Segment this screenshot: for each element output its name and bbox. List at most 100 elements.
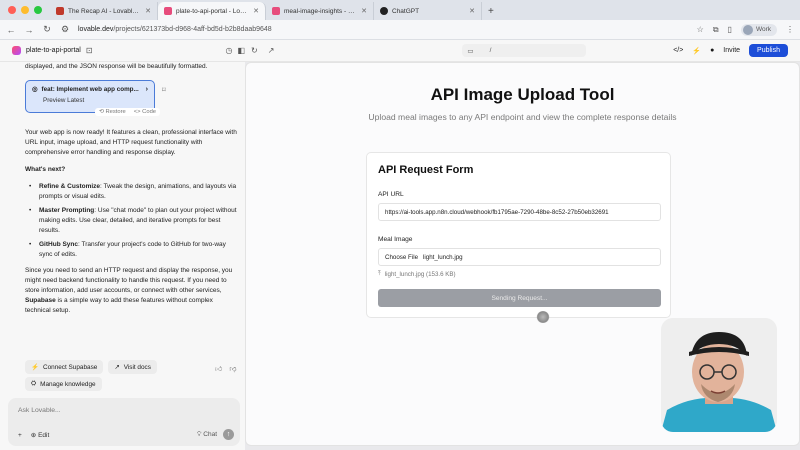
page-subtitle: Upload meal images to any API endpoint a… [368, 112, 677, 122]
github-icon[interactable]: ● [710, 47, 714, 54]
supabase-icon: ⚡ [31, 364, 39, 371]
avatar [742, 24, 753, 35]
browser-tab[interactable]: The Recap AI - Lovable Cl... ✕ [50, 2, 158, 20]
window-controls [0, 6, 50, 20]
tab-close-icon[interactable]: ✕ [145, 7, 151, 15]
commit-title: feat: Implement web app comp... [41, 86, 139, 93]
sidebar-icon[interactable]: ▯ [728, 25, 732, 34]
tab-close-icon[interactable]: ✕ [469, 7, 475, 15]
file-info-text: light_lunch.jpg (153.6 KB) [384, 270, 456, 278]
tab-favicon-icon [164, 7, 172, 15]
reload-icon[interactable]: ↻ [42, 24, 52, 35]
list-item: GitHub Sync: Transfer your project's cod… [29, 240, 237, 260]
edit-button[interactable]: ⊕ Edit [31, 431, 49, 439]
commit-icon: ◎ [32, 86, 38, 93]
publish-button[interactable]: Publish [749, 44, 788, 57]
visit-docs-button[interactable]: ↗ Visit docs [108, 360, 157, 374]
webcam-overlay [661, 318, 777, 432]
back-arrow-icon[interactable]: ← [6, 25, 16, 35]
tab-close-icon[interactable]: ✕ [361, 7, 367, 15]
thumbs-up-icon[interactable]: 👍︎ [215, 364, 222, 373]
file-name: light_lunch.jpg [423, 253, 463, 261]
thumbs-down-icon[interactable]: 👎︎ [229, 364, 236, 373]
external-link-icon: ↗ [114, 364, 120, 371]
more-menu-icon[interactable]: ⋮ [786, 25, 794, 34]
lock-icon: ⊡ [85, 46, 93, 55]
bookmark-star-icon[interactable]: ☆ [697, 25, 704, 34]
extensions-icon[interactable]: ⧉ [713, 25, 719, 35]
upload-icon: ⤒ [378, 270, 381, 277]
address-bar-row: ← → ↻ ⚙ lovable.dev/projects/621373bd-d9… [0, 20, 800, 40]
project-name[interactable]: plate-to-api-portal [26, 47, 81, 54]
preview-path-field[interactable]: ▭ / [462, 44, 587, 57]
new-tab-button[interactable]: + [482, 6, 500, 20]
commit-actions: ⟲ Restore <> Code [95, 108, 161, 116]
api-url-label: API URL [378, 191, 404, 198]
choose-file-button[interactable]: Choose File [385, 254, 418, 261]
restore-button[interactable]: ⟲ Restore [99, 109, 126, 115]
commit-subtitle: Preview Latest [43, 97, 85, 104]
file-info: ⤒ light_lunch.jpg (153.6 KB) [378, 270, 456, 278]
tab-strip: The Recap AI - Lovable Cl... ✕ plate-to-… [50, 2, 482, 20]
toggle-sidebar-icon[interactable]: ◧ [237, 46, 245, 55]
supabase-icon[interactable]: ⚡ [692, 47, 701, 55]
tab-favicon-icon [56, 7, 64, 15]
tab-title: The Recap AI - Lovable Cl... [68, 7, 141, 15]
app-header: plate-to-api-portal ⊡ ◷ ◧ ↻ ↗ ▭ / </> ⚡ … [0, 40, 800, 62]
open-external-icon[interactable]: ↗ [268, 46, 275, 55]
device-icon[interactable]: ▭ [467, 47, 473, 55]
send-button[interactable]: ↑ [223, 429, 234, 440]
connect-supabase-button[interactable]: ⚡ Connect Supabase [25, 360, 104, 374]
code-view-icon[interactable]: </> [673, 47, 683, 54]
api-request-form: API Request Form API URL https://ai-tool… [366, 152, 671, 318]
browser-tab-active[interactable]: plate-to-api-portal - Lovable ✕ [158, 2, 266, 20]
site-info-icon[interactable]: ⚙ [60, 24, 70, 35]
manage-knowledge-button[interactable]: ⛭ Manage knowledge [25, 377, 102, 391]
list-item: Refine & Customize: Tweak the design, an… [29, 182, 237, 202]
meal-image-label: Meal Image [378, 236, 413, 243]
tab-title: plate-to-api-portal - Lovable [176, 7, 250, 15]
tab-favicon-icon [380, 7, 388, 15]
invite-button[interactable]: Invite [723, 47, 740, 54]
ready-text: Your web app is now ready! It features a… [25, 129, 237, 156]
browser-tab[interactable]: meal-image-insights - Lovab... ✕ [266, 2, 374, 20]
chat-mode-button[interactable]: 💡︎ Chat [197, 431, 217, 439]
chat-message-intro: displayed, and the JSON response will be… [25, 63, 208, 70]
form-title: API Request Form [378, 164, 474, 176]
maximize-window-button[interactable] [34, 6, 42, 14]
tab-close-icon[interactable]: ✕ [253, 7, 259, 15]
attach-plus-icon[interactable]: + [18, 432, 22, 439]
chat-panel: displayed, and the JSON response will be… [0, 62, 245, 450]
profile-label: Work [755, 26, 771, 33]
api-url-input[interactable]: https://ai-tools.app.n8n.cloud/webhook/f… [378, 203, 661, 221]
refresh-preview-icon[interactable]: ↻ [251, 46, 258, 55]
backend-text: Since you need to send an HTTP request a… [25, 267, 233, 314]
close-window-button[interactable] [8, 6, 16, 14]
tab-title: ChatGPT [392, 7, 420, 15]
minimize-window-button[interactable] [21, 6, 29, 14]
knowledge-icon: ⛭ [31, 380, 37, 387]
chat-message-body: Your web app is now ready! It features a… [25, 128, 237, 323]
profile-button[interactable]: Work [740, 23, 777, 36]
bookmark-icon[interactable]: ⌑ [162, 86, 166, 94]
url-path: /projects/621373bd-d968-4aff-bd5d-b2b8da… [113, 26, 272, 33]
forward-arrow-icon[interactable]: → [24, 25, 34, 35]
tab-favicon-icon [272, 7, 280, 15]
url-host: lovable.dev [78, 26, 114, 33]
next-steps-list: Refine & Customize: Tweak the design, an… [25, 182, 237, 260]
webcam-person-image [661, 318, 777, 432]
history-icon[interactable]: ◷ [225, 46, 232, 55]
send-request-button[interactable]: Sending Request... [378, 289, 661, 307]
chat-composer[interactable]: Ask Lovable... + ⊕ Edit 💡︎ Chat ↑ [8, 398, 240, 446]
code-button[interactable]: <> Code [134, 109, 156, 115]
browser-tab[interactable]: ChatGPT ✕ [374, 2, 482, 20]
tab-title: meal-image-insights - Lovab... [284, 7, 357, 15]
lovable-logo-icon [12, 46, 21, 55]
chevron-right-icon: › [145, 86, 148, 93]
url-field[interactable]: lovable.dev/projects/621373bd-d968-4aff-… [78, 26, 689, 33]
mouse-cursor [536, 311, 550, 323]
chat-actions: ⚡ Connect Supabase ↗ Visit docs [25, 360, 157, 374]
file-input[interactable]: Choose File light_lunch.jpg [378, 248, 661, 266]
page-title: API Image Upload Tool [430, 85, 615, 104]
chat-input[interactable]: Ask Lovable... [18, 407, 61, 414]
